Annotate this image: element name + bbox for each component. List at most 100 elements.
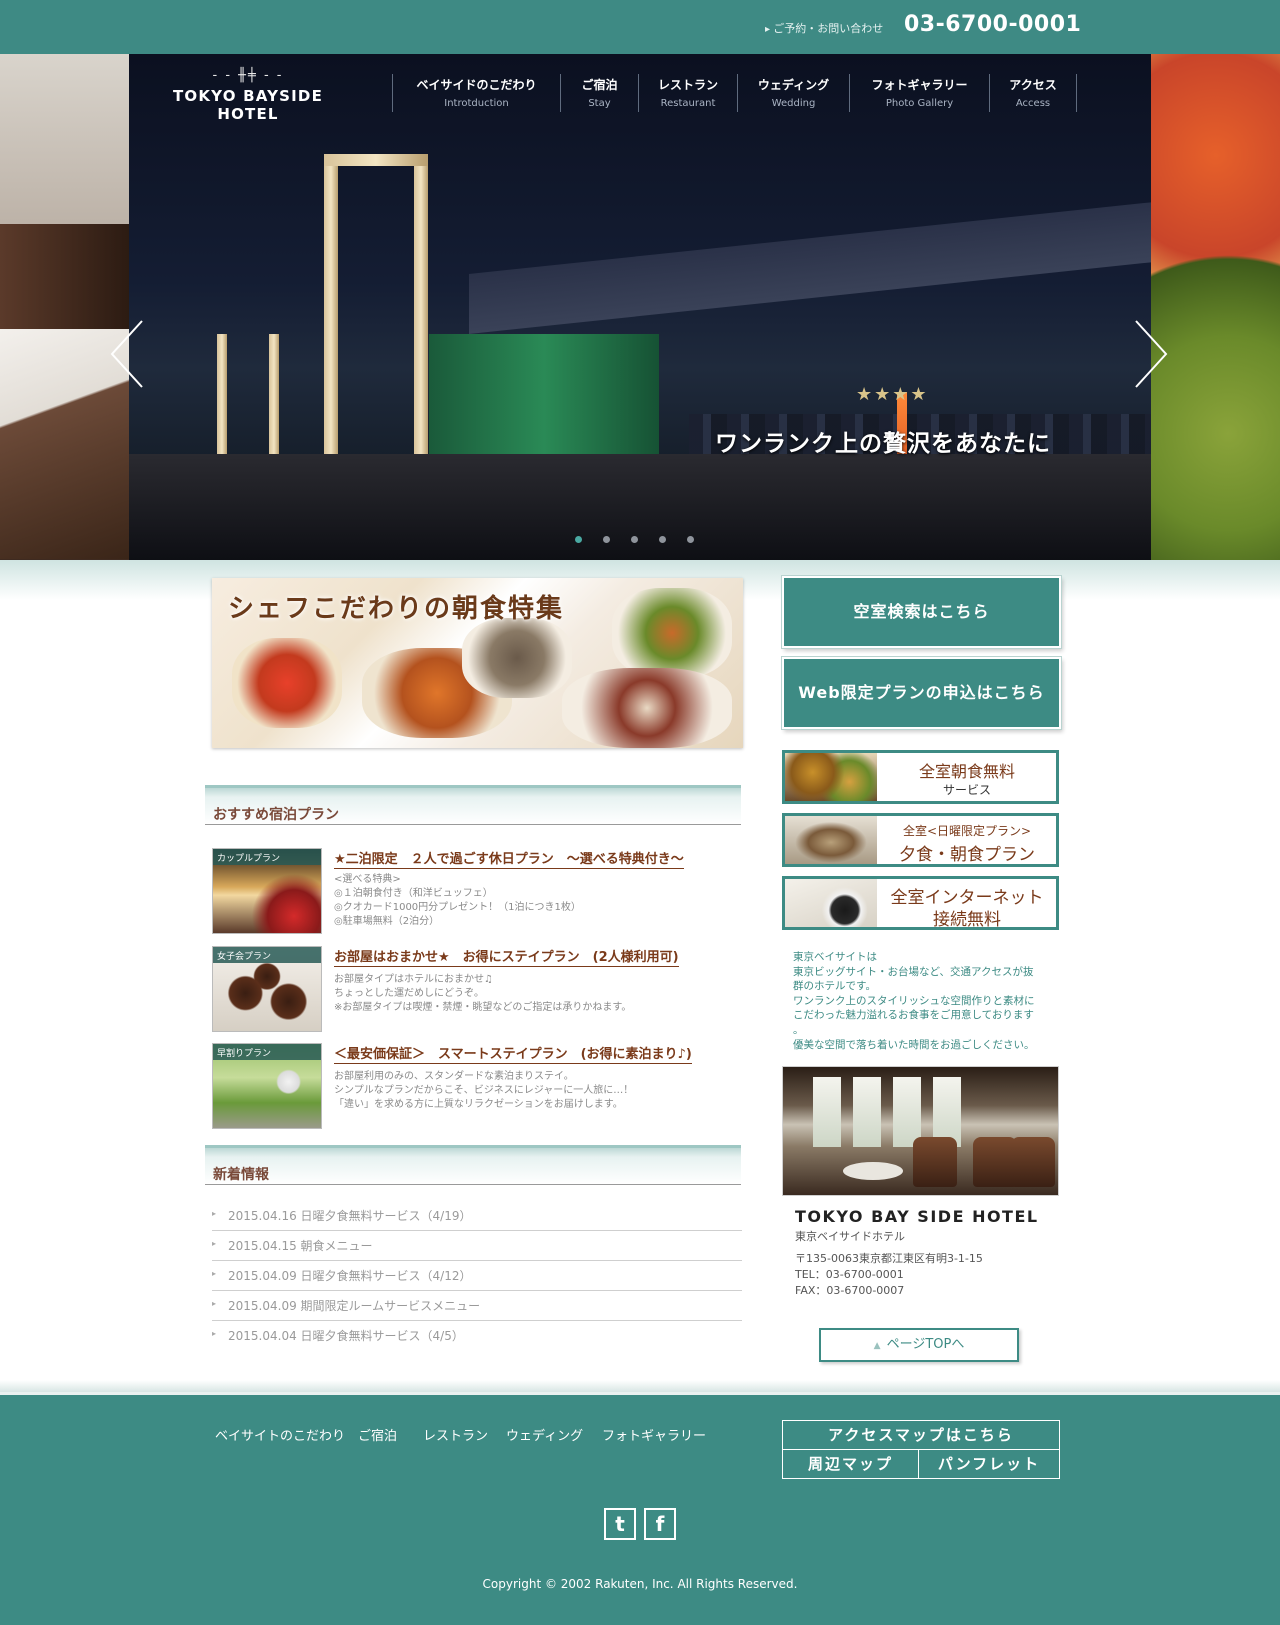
banner-image <box>785 753 877 801</box>
page-top-button[interactable]: ▲ ページTOPへ <box>819 1328 1019 1362</box>
plan-title[interactable]: お部屋はおまかせ★ お得にステイプラン (2人様利用可) <box>334 946 679 967</box>
section-title: おすすめ宿泊プラン <box>213 807 339 823</box>
nav-label: ウェディング <box>757 78 830 92</box>
chevron-right-icon[interactable] <box>1130 319 1170 389</box>
plan-thumbnail[interactable]: カップルプラン <box>212 848 322 934</box>
phone-number[interactable]: 03-6700-0001 <box>904 12 1081 37</box>
news-section-heading: 新着情報 <box>205 1145 741 1185</box>
plan-thumbnail[interactable]: 早割りプラン <box>212 1043 322 1129</box>
hotel-logo[interactable]: - - ╫╪ - - TOKYO BAYSIDE HOTEL <box>153 68 343 123</box>
plans-section-heading: おすすめ宿泊プラン <box>205 785 741 825</box>
footer: ベイサイトのこだわり ご宿泊 レストラン ウェディング フォトギャラリー アクセ… <box>0 1392 1280 1625</box>
news-link[interactable]: 2015.04.09 期間限定ルームサービスメニュー <box>228 1297 480 1314</box>
access-map-button[interactable]: アクセスマップはこちら <box>783 1421 1059 1450</box>
news-link[interactable]: 2015.04.16 日曜夕食無料サービス（4/19） <box>228 1207 471 1224</box>
bullet-icon: ▸ <box>212 1299 217 1308</box>
facebook-icon[interactable]: f <box>644 1508 676 1540</box>
free-internet-banner[interactable]: 全室インターネット 接続無料 <box>782 876 1059 930</box>
pamphlet-button[interactable]: パンフレット <box>919 1450 1059 1478</box>
plan-detail: シンプルなプランだからこそ、ビジネスにレジャーに一人旅に…！ <box>334 1085 634 1096</box>
twitter-icon[interactable]: t <box>604 1508 636 1540</box>
nav-item-photo-gallery[interactable]: フォトギャラリー Photo Gallery <box>849 74 989 112</box>
plan-tag: 女子会プラン <box>213 947 321 963</box>
nav-sublabel: Stay <box>588 98 611 109</box>
intro-line: 優美な空間で落ち着いた時間をお過ごしください。 <box>793 1038 1035 1051</box>
news-item[interactable]: ▸ 2015.04.15 朝食メニュー <box>212 1231 742 1261</box>
bullet-icon: ▸ <box>212 1329 217 1338</box>
banner-image <box>785 879 877 927</box>
nav-sublabel: Access <box>1015 98 1051 109</box>
footer-link-photo-gallery[interactable]: フォトギャラリー <box>602 1425 706 1444</box>
access-links-box: アクセスマップはこちら 周辺マップ パンフレット <box>782 1420 1060 1479</box>
arrow-up-icon: ▲ <box>873 1341 881 1351</box>
footer-link-restaurant[interactable]: レストラン <box>423 1425 488 1444</box>
plan-detail: ◎駐車場無料（2泊分） <box>334 916 440 927</box>
sunday-dinner-plan-banner[interactable]: 全室<日曜限定プラン> 夕食・朝食プラン <box>782 813 1059 867</box>
plan-thumbnail[interactable]: 女子会プラン <box>212 946 322 1032</box>
news-item[interactable]: ▸ 2015.04.16 日曜夕食無料サービス（4/19） <box>212 1201 742 1231</box>
web-plan-button[interactable]: Web限定プランの申込はこちら <box>782 657 1061 729</box>
slider-dot[interactable] <box>631 536 638 543</box>
hero-prev-slide-image <box>0 54 129 560</box>
hotel-name: TOKYO BAY SIDE HOTEL <box>795 1207 1039 1226</box>
nav-item-restaurant[interactable]: レストラン Restaurant <box>638 74 737 112</box>
hotel-intro-text: 東京ベイサイトは 東京ビッグサイト・お台場など、交通アクセスが抜 群のホテルです… <box>793 950 1055 1052</box>
plan-item[interactable]: カップルプラン ★二泊限定 ２人で過ごす休日プラン ～選べる特典付き～ <選べる… <box>212 848 742 938</box>
hotel-address: 〒135-0063東京都江東区有明3-1-15 <box>795 1252 983 1265</box>
plan-tag: 早割りプラン <box>213 1044 321 1060</box>
plan-title[interactable]: ＜最安価保証＞ スマートステイプラン (お得に素泊まり♪) <box>334 1043 692 1064</box>
hotel-lobby-photo <box>782 1066 1059 1196</box>
news-list: ▸ 2015.04.16 日曜夕食無料サービス（4/19） ▸ 2015.04.… <box>212 1201 742 1351</box>
news-item[interactable]: ▸ 2015.04.04 日曜夕食無料サービス（4/5） <box>212 1321 742 1351</box>
hero-next-slide-image <box>1151 54 1280 560</box>
plan-detail: ※お部屋タイプは喫煙・禁煙・眺望などのご指定は承りかねます。 <box>334 1002 632 1013</box>
plan-item[interactable]: 早割りプラン ＜最安価保証＞ スマートステイプラン (お得に素泊まり♪) お部屋… <box>212 1043 742 1133</box>
intro-line: 東京ベイサイトは <box>793 951 877 963</box>
news-link[interactable]: 2015.04.09 日曜夕食無料サービス（4/12） <box>228 1267 471 1284</box>
plan-title[interactable]: ★二泊限定 ２人で過ごす休日プラン ～選べる特典付き～ <box>334 848 684 869</box>
top-bar: ご予約・お問い合わせ 03-6700-0001 <box>0 0 1280 54</box>
hotel-fax: FAX：03-6700-0007 <box>795 1284 905 1297</box>
intro-line: ワンランク上のスタイリッシュな空間作りと素材に <box>793 994 1035 1007</box>
news-item[interactable]: ▸ 2015.04.09 期間限定ルームサービスメニュー <box>212 1291 742 1321</box>
footer-link-wedding[interactable]: ウェディング <box>506 1425 583 1444</box>
plan-item[interactable]: 女子会プラン お部屋はおまかせ★ お得にステイプラン (2人様利用可) お部屋タ… <box>212 946 742 1036</box>
contact-label: ご予約・お問い合わせ <box>765 20 883 36</box>
nav-item-wedding[interactable]: ウェディング Wedding <box>737 74 849 112</box>
banner-line2: 接続無料 <box>933 910 1001 930</box>
news-link[interactable]: 2015.04.04 日曜夕食無料サービス（4/5） <box>228 1327 464 1344</box>
slider-dot[interactable] <box>687 536 694 543</box>
footer-link-introduction[interactable]: ベイサイトのこだわり <box>215 1425 345 1444</box>
slide-stars: ★★★★ <box>856 384 929 405</box>
nav-item-stay[interactable]: ご宿泊 Stay <box>560 74 638 112</box>
slide-caption: ワンランク上の贅沢をあなたに <box>715 430 1051 457</box>
nav-item-access[interactable]: アクセス Access <box>989 74 1077 112</box>
slider-dot[interactable] <box>575 536 582 543</box>
breakfast-promo-banner[interactable]: シェフこだわりの朝食特集 <box>212 578 743 748</box>
nav-label: ご宿泊 <box>581 78 618 92</box>
banner-line1: 全室<日曜限定プラン> <box>902 824 1032 838</box>
slider-dot[interactable] <box>659 536 666 543</box>
intro-line: こだわった魅力溢れるお食事をご用意しております <box>793 1009 1034 1022</box>
nav-item-introduction[interactable]: ベイサイドのこだわり Introtduction <box>392 74 560 112</box>
hotel-tel: TEL：03-6700-0001 <box>795 1268 904 1281</box>
intro-line: 。 <box>793 1023 804 1036</box>
footer-link-stay[interactable]: ご宿泊 <box>358 1425 397 1444</box>
chevron-left-icon[interactable] <box>108 319 148 389</box>
vacancy-search-button[interactable]: 空室検索はこちら <box>782 576 1061 648</box>
news-item[interactable]: ▸ 2015.04.09 日曜夕食無料サービス（4/12） <box>212 1261 742 1291</box>
news-link[interactable]: 2015.04.15 朝食メニュー <box>228 1237 373 1254</box>
free-breakfast-banner[interactable]: 全室朝食無料 サービス <box>782 750 1059 804</box>
section-title: 新着情報 <box>213 1167 269 1183</box>
area-map-button[interactable]: 周辺マップ <box>783 1450 919 1478</box>
plan-detail: お部屋タイプはホテルにおまかせ♫ <box>334 974 493 985</box>
nav-label: フォトギャラリー <box>871 78 968 92</box>
promo-title: シェフこだわりの朝食特集 <box>228 594 565 624</box>
nav-label: レストラン <box>657 78 718 92</box>
main-nav: - - ╫╪ - - TOKYO BAYSIDE HOTEL ベイサイドのこだわ… <box>129 54 1151 123</box>
slider-dot[interactable] <box>603 536 610 543</box>
nav-label: アクセス <box>1009 78 1057 92</box>
bullet-icon: ▸ <box>212 1269 217 1278</box>
nav-sublabel: Restaurant <box>660 98 716 109</box>
banner-line1: 全室朝食無料 <box>918 762 1015 781</box>
